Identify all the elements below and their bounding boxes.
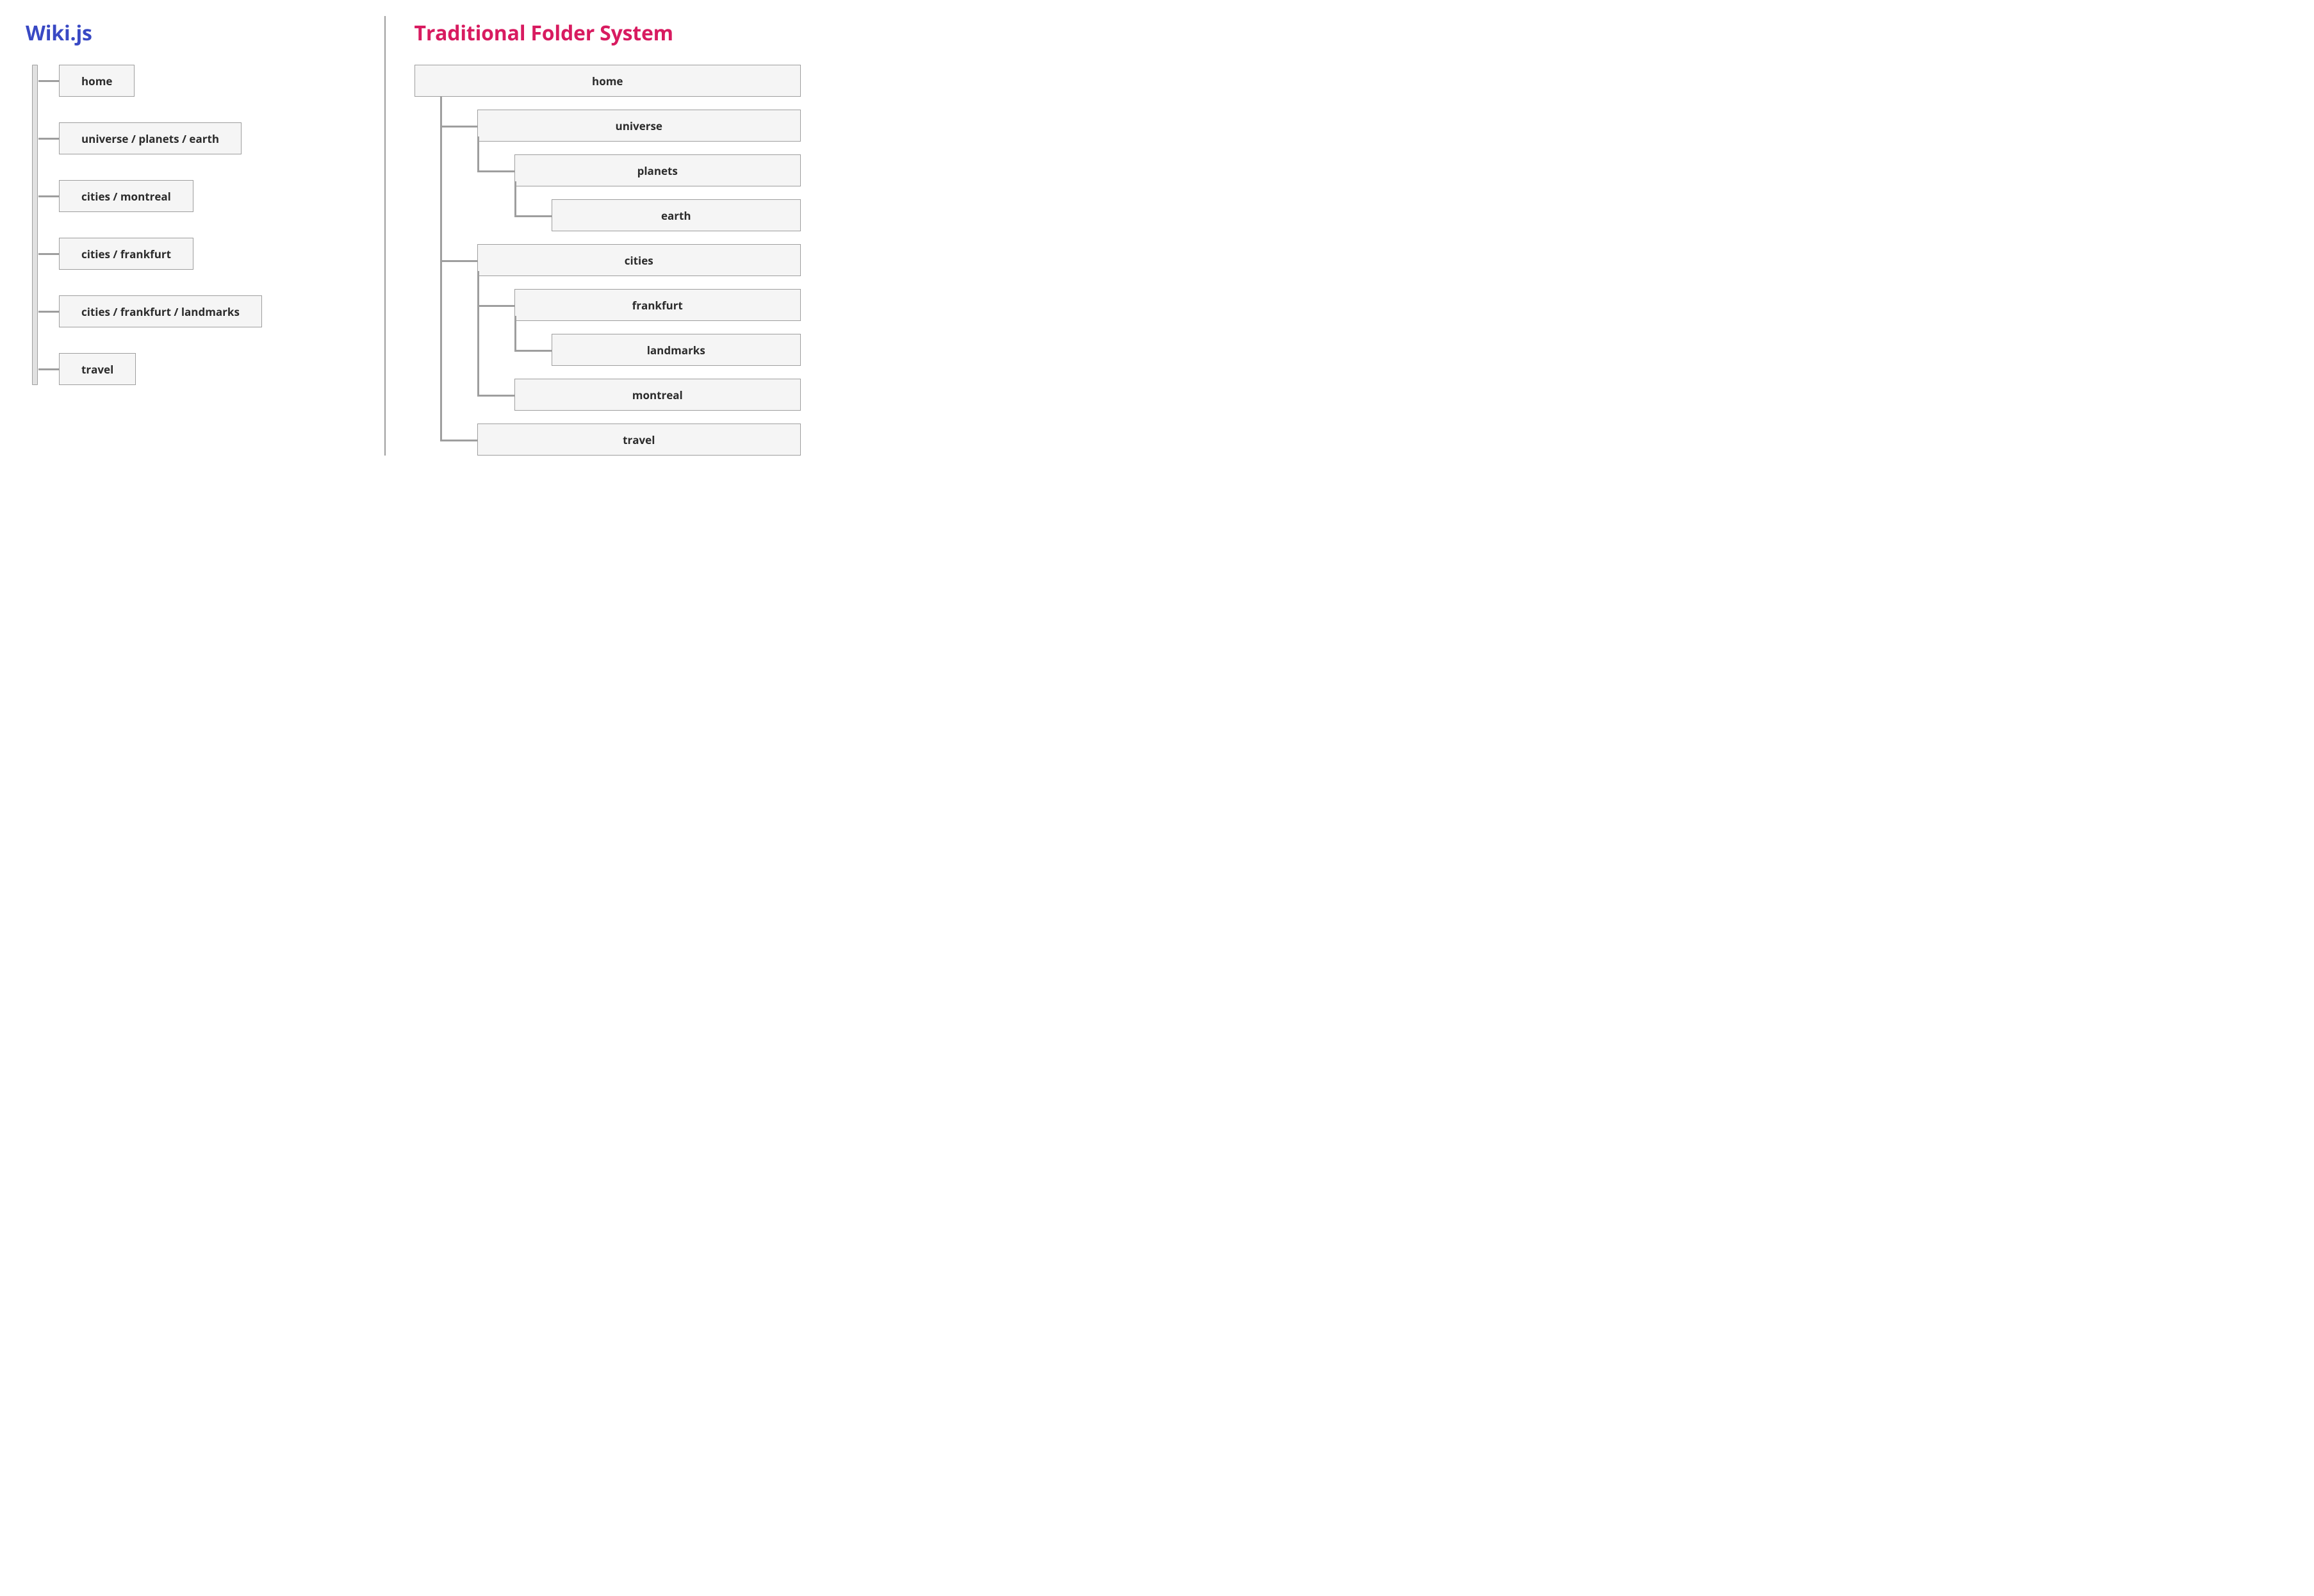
folder-node: cities xyxy=(477,244,801,276)
connector-line xyxy=(38,368,59,370)
tree-item: universe planets earth xyxy=(477,97,801,231)
folder-node: home xyxy=(414,65,801,97)
wikijs-item: cities / frankfurt xyxy=(38,238,365,270)
connector-line xyxy=(38,311,59,313)
connector-line xyxy=(38,253,59,255)
folder-tree: home universe planets earth xyxy=(414,65,801,456)
folder-node: earth xyxy=(552,199,801,231)
wikijs-item: cities / frankfurt / landmarks xyxy=(38,295,365,327)
traditional-column: Traditional Folder System home universe … xyxy=(386,19,801,456)
page-node: travel xyxy=(59,353,136,385)
wikijs-item: travel xyxy=(38,353,365,385)
folder-node: montreal xyxy=(514,379,801,411)
wikijs-spine xyxy=(32,65,38,385)
wikijs-list: home universe / planets / earth cities /… xyxy=(38,65,365,385)
page-node: universe / planets / earth xyxy=(59,122,242,154)
wikijs-item: home xyxy=(38,65,365,97)
page-node: cities / montreal xyxy=(59,180,193,212)
tree-item: cities frankfurt landmarks xyxy=(477,231,801,411)
comparison-diagram: Wiki.js home universe / planets / earth … xyxy=(26,19,801,456)
page-node: home xyxy=(59,65,135,97)
folder-node: travel xyxy=(477,424,801,456)
traditional-title: Traditional Folder System xyxy=(414,19,801,47)
wikijs-title: Wiki.js xyxy=(26,19,365,47)
connector-line xyxy=(38,138,59,140)
tree-root: home universe planets earth xyxy=(414,65,801,456)
page-node: cities / frankfurt xyxy=(59,238,193,270)
folder-node: planets xyxy=(514,154,801,186)
tree-item: frankfurt landmarks xyxy=(514,276,801,366)
tree-item: earth xyxy=(552,186,801,231)
connector-line xyxy=(38,195,59,197)
page-node: cities / frankfurt / landmarks xyxy=(59,295,262,327)
wikijs-column: Wiki.js home universe / planets / earth … xyxy=(26,19,384,456)
folder-node: frankfurt xyxy=(514,289,801,321)
tree-item: travel xyxy=(477,411,801,456)
tree-item: montreal xyxy=(514,366,801,411)
folder-node: landmarks xyxy=(552,334,801,366)
wikijs-list-container: home universe / planets / earth cities /… xyxy=(26,65,365,385)
tree-item: landmarks xyxy=(552,321,801,366)
folder-node: universe xyxy=(477,110,801,142)
connector-line xyxy=(38,80,59,82)
wikijs-item: universe / planets / earth xyxy=(38,122,365,154)
wikijs-item: cities / montreal xyxy=(38,180,365,212)
tree-item: planets earth xyxy=(514,142,801,231)
